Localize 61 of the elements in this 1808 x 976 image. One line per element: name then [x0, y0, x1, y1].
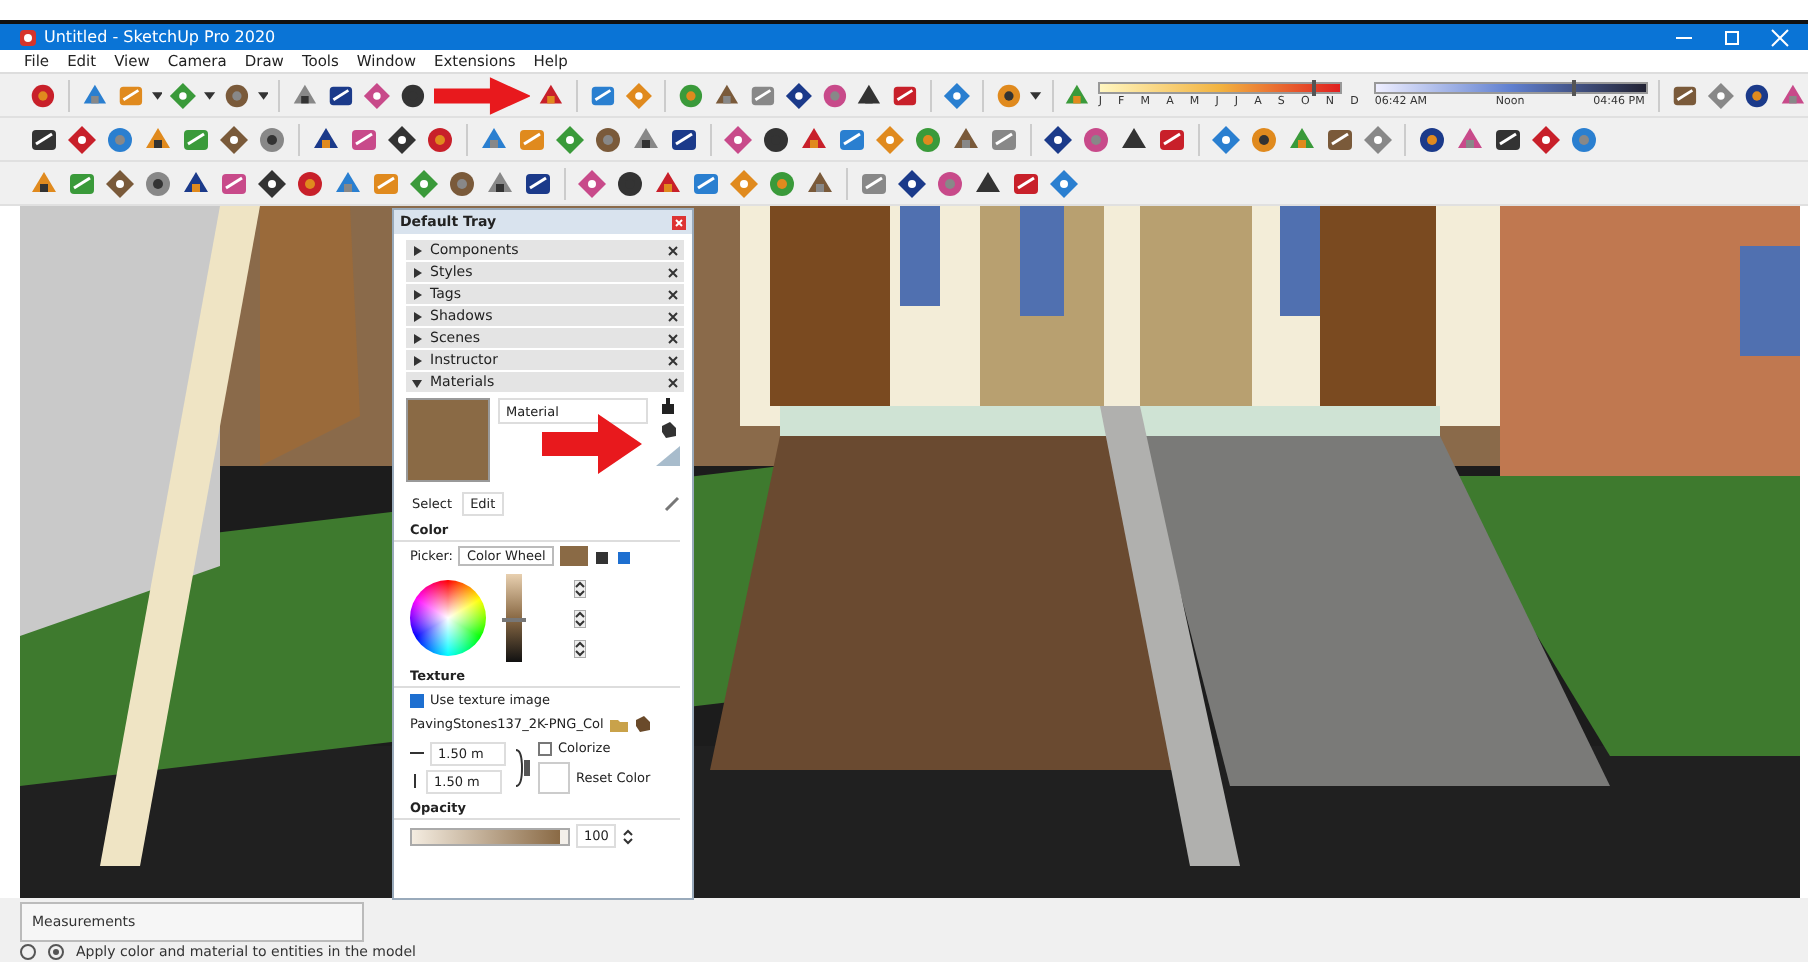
- caret-icon[interactable]: [151, 89, 163, 101]
- opacity-slider[interactable]: [410, 827, 570, 845]
- checkbox[interactable]: [410, 693, 424, 707]
- expand-icon[interactable]: [412, 245, 422, 255]
- reset-color-swatch[interactable]: [538, 762, 570, 794]
- pointer-arrow-icon: [433, 75, 531, 115]
- eyedropper-icon[interactable]: [664, 496, 680, 512]
- tool-icon[interactable]: [1742, 79, 1772, 111]
- caret-icon[interactable]: [1029, 89, 1041, 101]
- tool-icon[interactable]: [1042, 123, 1074, 155]
- tool-icon[interactable]: [1248, 123, 1280, 155]
- tool-icon[interactable]: [614, 167, 646, 199]
- tool-icon[interactable]: [446, 167, 478, 199]
- app-logo-icon: [20, 29, 36, 45]
- tool-icon[interactable]: [221, 79, 252, 111]
- checkbox[interactable]: [538, 741, 552, 755]
- tool-icon[interactable]: [142, 167, 174, 199]
- tool-icon[interactable]: [66, 123, 98, 155]
- pointer-arrow-icon: [542, 414, 642, 474]
- window-title: Untitled - SketchUp Pro 2020: [44, 28, 276, 46]
- close-icon[interactable]: [668, 311, 678, 321]
- close-icon[interactable]: [668, 245, 678, 255]
- time-slider[interactable]: [1374, 82, 1649, 94]
- link-icon[interactable]: [514, 747, 530, 787]
- collapse-icon[interactable]: [412, 377, 422, 387]
- expand-icon[interactable]: [412, 333, 422, 343]
- expand-icon[interactable]: [412, 289, 422, 299]
- expand-icon[interactable]: [412, 267, 422, 277]
- tool-icon[interactable]: [386, 123, 418, 155]
- caret-icon[interactable]: [204, 89, 216, 101]
- slider-thumb[interactable]: [1571, 80, 1576, 96]
- tool-icon[interactable]: [994, 79, 1024, 111]
- close-icon[interactable]: [668, 289, 678, 299]
- tool-icon[interactable]: [104, 167, 136, 199]
- tool-icon[interactable]: [397, 79, 428, 111]
- color-swatch-icon: [559, 546, 588, 566]
- tool-icon[interactable]: [256, 167, 288, 199]
- close-icon[interactable]: [668, 377, 678, 387]
- close-icon[interactable]: [668, 267, 678, 277]
- tool-icon[interactable]: [1416, 123, 1448, 155]
- spinner-icon[interactable]: [574, 579, 586, 597]
- close-icon[interactable]: [668, 355, 678, 365]
- tool-icon[interactable]: [1530, 123, 1562, 155]
- color-wheel[interactable]: [410, 580, 486, 656]
- material-swatch: [406, 398, 490, 482]
- spinner-icon[interactable]: [574, 609, 586, 627]
- spinner-icon[interactable]: [574, 639, 586, 657]
- tool-icon[interactable]: [218, 123, 250, 155]
- tool-icon[interactable]: [896, 167, 928, 199]
- spinner-icon[interactable]: [622, 827, 634, 845]
- close-icon[interactable]: [668, 333, 678, 343]
- caret-icon[interactable]: [257, 89, 269, 101]
- tool-icon[interactable]: [783, 79, 813, 111]
- tool-icon[interactable]: [592, 123, 624, 155]
- expand-icon[interactable]: [412, 355, 422, 365]
- tool-icon[interactable]: [256, 123, 288, 155]
- brightness-slider[interactable]: [506, 574, 522, 662]
- month-slider[interactable]: [1098, 82, 1343, 94]
- tool-icon[interactable]: [760, 123, 792, 155]
- expand-icon[interactable]: [412, 311, 422, 321]
- slider-thumb[interactable]: [1311, 80, 1316, 96]
